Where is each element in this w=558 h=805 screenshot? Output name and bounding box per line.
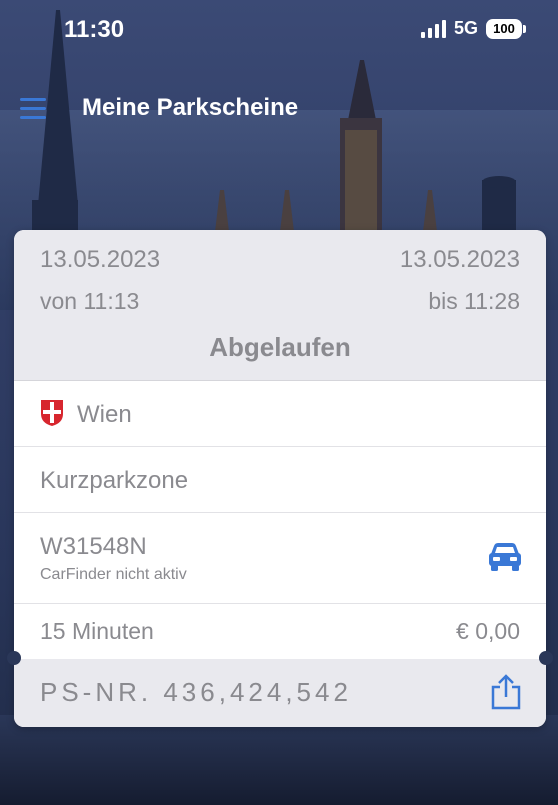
status-indicators: 5G 100 (420, 18, 526, 39)
vehicle-row: W31548N CarFinder nicht aktiv (14, 513, 546, 604)
battery-level: 100 (493, 21, 515, 36)
city-row: Wien (14, 381, 546, 447)
signal-icon (420, 19, 446, 38)
parking-price: € 0,00 (456, 618, 520, 644)
end-time: bis 11:28 (428, 288, 520, 314)
ticket-notch-left (7, 651, 21, 665)
share-icon[interactable] (490, 674, 522, 710)
parking-ticket-card[interactable]: 13.05.2023 13.05.2023 von 11:13 bis 11:2… (14, 230, 546, 727)
ps-number: PS-NR. 436,424,542 (40, 677, 352, 707)
license-plate: W31548N (40, 533, 147, 560)
background-city-bottom (0, 715, 558, 805)
ticket-footer: PS-NR. 436,424,542 (14, 659, 546, 727)
app-header: Meine Parkscheine (0, 84, 558, 132)
vienna-coat-of-arms-icon (41, 400, 63, 426)
page-title: Meine Parkscheine (82, 94, 299, 121)
parking-duration: 15 Minuten (40, 618, 154, 644)
network-type: 5G (453, 18, 478, 38)
status-time: 11:30 (64, 16, 125, 43)
start-date: 13.05.2023 (40, 246, 161, 273)
hamburger-menu-icon[interactable] (20, 98, 46, 119)
status-bar: 11:30 5G 100 (0, 0, 558, 60)
battery-icon: 100 (486, 18, 526, 39)
duration-row: 15 Minuten € 0,00 (14, 604, 546, 660)
carfinder-status: CarFinder nicht aktiv (40, 566, 187, 583)
ticket-notch-right (539, 651, 553, 665)
zone-row: Kurzparkzone (14, 447, 546, 513)
city-name: Wien (77, 401, 132, 428)
zone-type: Kurzparkzone (40, 467, 189, 494)
start-time: von 11:13 (40, 288, 140, 314)
end-date: 13.05.2023 (399, 246, 520, 273)
ticket-status: Abgelaufen (209, 332, 351, 362)
ticket-header: 13.05.2023 13.05.2023 von 11:13 bis 11:2… (14, 230, 546, 381)
car-icon[interactable] (488, 542, 522, 572)
